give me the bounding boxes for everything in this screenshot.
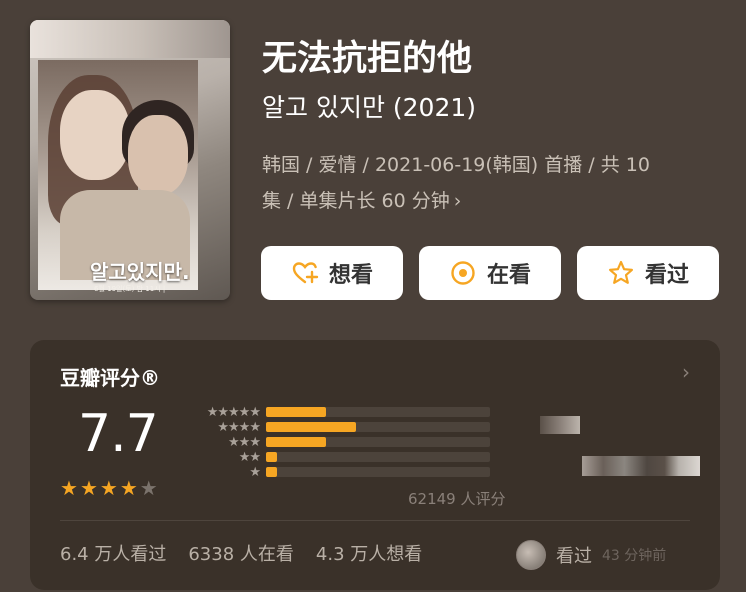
rating-star-icon: ★ <box>99 476 118 500</box>
recent-action: 看过 <box>556 546 592 567</box>
watching-label: 在看 <box>486 263 531 288</box>
heart-plus-icon <box>292 262 319 284</box>
chevron-right-icon[interactable]: › <box>682 360 690 384</box>
poster-caption: 6월 19일(토) 밤 11시 | <box>94 285 166 293</box>
rating-stars: ★ ★ ★ ★ ★ <box>60 478 158 498</box>
distribution-bar-track <box>266 452 490 462</box>
rating-score: 7.7 <box>78 404 159 464</box>
watching-count[interactable]: 6338 人在看 <box>188 540 294 566</box>
meta-info[interactable]: 韩国 / 爱情 / 2021-06-19(韩国) 首播 / 共 10 集 / 单… <box>262 147 722 219</box>
star-outline-icon <box>608 260 633 284</box>
distribution-star-label: ★ <box>249 464 261 480</box>
distribution-star-label: ★★ <box>238 449 261 465</box>
divider <box>60 520 690 521</box>
original-title: 알고 있지만 (2021) <box>262 93 477 122</box>
chevron-right-icon: › <box>453 190 462 212</box>
audience-stats: 6.4 万人看过 6338 人在看 4.3 万人想看 <box>60 540 422 566</box>
poster-top-strip <box>30 20 230 58</box>
rating-star-icon: ★ <box>139 476 158 500</box>
want-count[interactable]: 4.3 万人想看 <box>316 540 422 566</box>
rating-star-icon: ★ <box>79 476 98 500</box>
distribution-row: ★★★★★ <box>186 404 490 420</box>
distribution-star-label: ★★★ <box>228 434 261 450</box>
watching-button[interactable]: 在看 <box>419 246 561 300</box>
distribution-row: ★ <box>186 464 490 480</box>
distribution-bar-track <box>266 422 490 432</box>
distribution-bar <box>266 437 326 447</box>
distribution-bar <box>266 452 277 462</box>
distribution-bar-track <box>266 437 490 447</box>
watched-label: 看过 <box>644 263 689 288</box>
meta-line-1: 韩国 / 爱情 / 2021-06-19(韩国) 首播 / 共 10 <box>262 154 650 176</box>
target-circle-icon <box>451 261 475 285</box>
meta-line-2: 集 / 单集片长 60 分钟 › <box>262 183 722 219</box>
rating-count: 62149 人评分 <box>408 490 506 508</box>
distribution-bar-track <box>266 407 490 417</box>
distribution-row: ★★ <box>186 449 490 465</box>
recent-activity[interactable]: 看过 43 分钟前 <box>516 540 666 570</box>
rating-card[interactable]: 豆瓣评分® › 7.7 ★ ★ ★ ★ ★ ★★★★★ ★★★★ ★★★ ★★ ★ 62149 … <box>30 340 720 590</box>
watched-count[interactable]: 6.4 万人看过 <box>60 540 166 566</box>
distribution-bar <box>266 407 326 417</box>
distribution-bar-track <box>266 467 490 477</box>
blurred-content <box>582 456 700 476</box>
distribution-bar <box>266 422 356 432</box>
rating-card-title: 豆瓣评分® <box>60 366 160 390</box>
page-title: 无法抗拒的他 <box>262 39 473 79</box>
rating-star-icon: ★ <box>119 476 138 500</box>
distribution-star-label: ★★★★★ <box>206 404 261 420</box>
distribution-row: ★★★ <box>186 434 490 450</box>
avatar <box>516 540 546 570</box>
poster-face-2 <box>128 115 188 195</box>
distribution-row: ★★★★ <box>186 419 490 435</box>
meta-line-2-text: 集 / 单集片长 60 分钟 <box>262 190 450 212</box>
distribution-bar <box>266 467 277 477</box>
poster-image[interactable]: 알고있지만. 6월 19일(토) 밤 11시 | <box>30 20 230 300</box>
poster-face-1 <box>60 90 130 180</box>
distribution-star-label: ★★★★ <box>217 419 261 435</box>
watched-button[interactable]: 看过 <box>577 246 719 300</box>
poster-title: 알고있지만. <box>90 260 190 284</box>
rating-star-icon: ★ <box>60 476 78 500</box>
recent-time: 43 分钟前 <box>602 548 667 564</box>
blurred-content <box>540 416 580 434</box>
want-to-watch-button[interactable]: 想看 <box>261 246 403 300</box>
want-to-watch-label: 想看 <box>328 263 373 288</box>
